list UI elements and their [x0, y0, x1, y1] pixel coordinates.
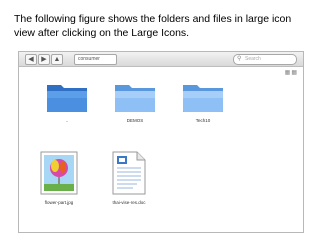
document-file-icon [112, 151, 146, 195]
item-label: Tech10 [195, 118, 211, 123]
view-mode-icons[interactable]: ▦▦ [285, 69, 298, 76]
item-label: thai-vise-res.doc [112, 200, 146, 205]
item-label: flower-part.jpg [44, 200, 74, 205]
up-arrow-icon[interactable]: ▲ [51, 54, 63, 65]
folder-item[interactable]: Tech10 [173, 80, 233, 123]
folder-icon [115, 85, 155, 112]
search-placeholder: Search [245, 56, 261, 62]
forward-arrow-icon[interactable]: ▶ [38, 54, 50, 65]
document-file-item[interactable]: thai-vise-res.doc [99, 150, 159, 205]
image-file-icon [40, 151, 78, 195]
image-file-item[interactable]: flower-part.jpg [29, 150, 89, 205]
search-input[interactable]: ⚲ Search [233, 54, 297, 65]
folder-icon [47, 85, 87, 112]
breadcrumb[interactable]: consumer [74, 54, 117, 65]
search-icon: ⚲ [237, 56, 242, 62]
file-browser-window: ◀ ▶ ▲ consumer ⚲ Search ▦▦ .. DEMOS Tech… [18, 51, 304, 233]
toolbar: ◀ ▶ ▲ consumer ⚲ Search [19, 52, 303, 67]
caption-text: The following figure shows the folders a… [14, 13, 292, 39]
folder-item[interactable]: DEMOS [105, 80, 165, 123]
folder-item[interactable]: .. [37, 80, 97, 123]
back-arrow-icon[interactable]: ◀ [25, 54, 37, 65]
item-label: .. [65, 118, 69, 123]
item-label: DEMOS [126, 118, 144, 123]
folder-icon [183, 85, 223, 112]
